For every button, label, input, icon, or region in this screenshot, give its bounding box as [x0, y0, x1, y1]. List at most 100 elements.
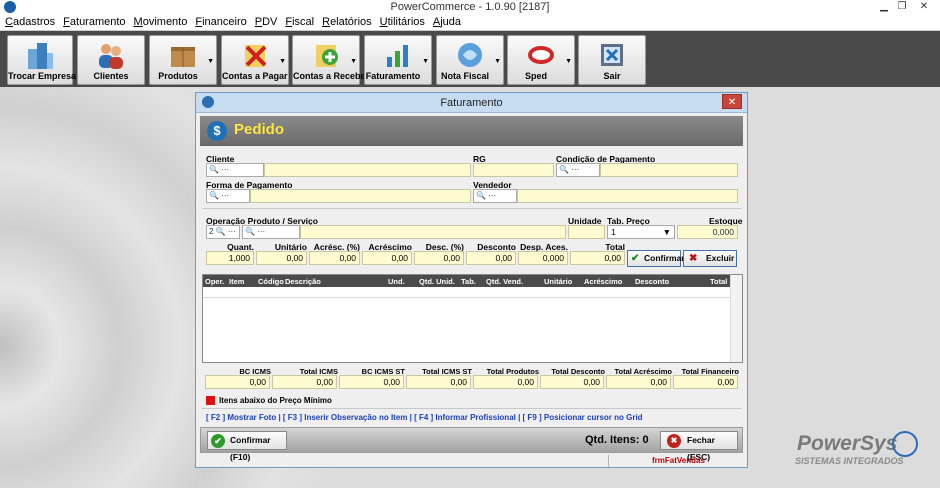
minimize-icon[interactable]: ▁	[874, 0, 894, 14]
search-icon[interactable]: 🔍	[209, 191, 219, 200]
fechar-esc-button[interactable]: ✖ Fechar (ESC)	[660, 431, 738, 462]
col-und[interactable]: Und.	[388, 277, 405, 286]
sped-icon	[528, 46, 554, 64]
col-item[interactable]: Item	[229, 277, 244, 286]
vendedor-name-field[interactable]	[517, 189, 738, 203]
estoque-field: 0,000	[677, 225, 738, 239]
pedido-header: $ Pedido	[200, 116, 743, 146]
chevron-down-icon[interactable]: ▼	[565, 58, 572, 65]
menu-relatorios[interactable]: Relatórios	[322, 16, 372, 28]
items-grid[interactable]: Oper. Item Código Descrição Und. Qtd. Un…	[202, 274, 743, 363]
desc-pct-field[interactable]: 0,00	[414, 251, 464, 265]
search-icon[interactable]: 🔍	[476, 191, 486, 200]
col-codigo[interactable]: Código	[258, 277, 284, 286]
close-circle-icon: ✖	[667, 434, 681, 448]
search-icon[interactable]: 🔍	[245, 227, 255, 236]
more-icon[interactable]: ···	[221, 165, 229, 174]
menu-movimento[interactable]: Movimento	[134, 16, 188, 28]
chevron-down-icon[interactable]: ▼	[279, 58, 286, 65]
menu-cadastros[interactable]: Cadastros	[5, 16, 55, 28]
dialog-title-bar: Faturamento	[196, 93, 747, 113]
acrescimo-field[interactable]: 0,00	[362, 251, 412, 265]
tab-preco-select[interactable]: 1 ▼	[607, 225, 675, 239]
forma-pagamento-code-input[interactable]: 🔍 ···	[206, 189, 250, 203]
col-qtd-unid[interactable]: Qtd. Unid.	[419, 277, 455, 286]
total-acrescimo-value: 0,00	[606, 375, 671, 389]
col-acrescimo[interactable]: Acréscimo	[584, 277, 622, 286]
col-qtd-vend[interactable]: Qtd. Vend.	[486, 277, 523, 286]
exit-icon	[601, 44, 623, 66]
total-produtos-value: 0,00	[473, 375, 538, 389]
total-icms-st-value: 0,00	[406, 375, 471, 389]
menu-faturamento[interactable]: Faturamento	[63, 16, 125, 28]
close-icon[interactable]: ✕	[914, 0, 934, 14]
more-icon[interactable]: ···	[488, 191, 496, 200]
col-descricao[interactable]: Descrição	[285, 277, 321, 286]
menu-pdv[interactable]: PDV	[255, 16, 278, 28]
col-oper[interactable]: Oper.	[205, 277, 224, 286]
divider	[202, 408, 742, 409]
col-desconto[interactable]: Desconto	[635, 277, 669, 286]
quant-field[interactable]: 1,000	[206, 251, 254, 265]
restore-icon[interactable]: ❐	[892, 0, 912, 14]
forma-pagamento-desc-field[interactable]	[250, 189, 471, 203]
dialog-close-button[interactable]: ✕	[722, 94, 742, 109]
col-unitario[interactable]: Unitário	[544, 277, 572, 286]
divider	[202, 208, 742, 209]
menu-financeiro[interactable]: Financeiro	[195, 16, 246, 28]
cliente-name-field[interactable]	[264, 163, 471, 177]
operacao-input[interactable]: 2 🔍 ···	[206, 225, 240, 239]
sair-button[interactable]: Sair	[578, 35, 646, 85]
preco-minimo-swatch	[206, 396, 215, 405]
bill-receive-icon	[316, 45, 338, 67]
dollar-icon: $	[207, 121, 227, 141]
confirmar-f10-button[interactable]: ✔ Confirmar (F10)	[207, 431, 287, 462]
col-tab[interactable]: Tab.	[461, 277, 476, 286]
desp-aces-field[interactable]: 0,000	[518, 251, 568, 265]
trocar-empresa-button[interactable]: Trocar Empresa	[7, 35, 76, 85]
chevron-down-icon[interactable]: ▼	[207, 58, 214, 65]
vendedor-code-input[interactable]: 🔍 ···	[473, 189, 517, 203]
menu-ajuda[interactable]: Ajuda	[433, 16, 461, 28]
menu-utilitarios[interactable]: Utilitários	[380, 16, 425, 28]
acresc-pct-field[interactable]: 0,00	[309, 251, 360, 265]
col-total[interactable]: Total	[710, 277, 727, 286]
more-icon[interactable]: ···	[571, 165, 579, 174]
confirmar-item-button[interactable]: ✔ Confirmar	[627, 250, 685, 267]
more-icon[interactable]: ···	[228, 227, 236, 236]
chevron-down-icon[interactable]: ▼	[494, 58, 501, 65]
more-icon[interactable]: ···	[257, 227, 265, 236]
rg-field[interactable]	[473, 163, 554, 177]
chevron-down-icon[interactable]: ▼	[422, 58, 429, 65]
unidade-field[interactable]	[568, 225, 605, 239]
nota-fiscal-button[interactable]: Nota Fiscal ▼	[436, 35, 504, 85]
cond-pagamento-code-input[interactable]: 🔍 ···	[556, 163, 600, 177]
menu-fiscal[interactable]: Fiscal	[285, 16, 314, 28]
more-icon[interactable]: ···	[221, 191, 229, 200]
chevron-down-icon[interactable]: ▼	[350, 58, 357, 65]
grid-scrollbar[interactable]	[730, 275, 742, 362]
contas-pagar-button[interactable]: Contas a Pagar ▼	[221, 35, 289, 85]
search-icon[interactable]: 🔍	[209, 165, 219, 174]
excluir-item-button[interactable]: ✖ Excluir	[683, 250, 737, 267]
sped-button[interactable]: Sped ▼	[507, 35, 575, 85]
search-icon[interactable]: 🔍	[559, 165, 569, 174]
unitario-field[interactable]: 0,00	[256, 251, 307, 265]
contas-receber-button[interactable]: Contas a Receber ▼	[292, 35, 369, 85]
desconto-field[interactable]: 0,00	[466, 251, 516, 265]
cond-pagamento-desc-field[interactable]	[600, 163, 738, 177]
produto-desc-field[interactable]	[300, 225, 566, 239]
search-icon[interactable]: 🔍	[216, 227, 226, 236]
powersys-logo: PowerSys SISTEMAS INTEGRADOS	[795, 431, 918, 466]
produto-code-input[interactable]: 🔍 ···	[242, 225, 300, 239]
chevron-down-icon[interactable]: ▼	[663, 227, 671, 237]
cliente-code-input[interactable]: 🔍 ···	[206, 163, 264, 177]
grid-row-divider	[203, 297, 730, 298]
dialog-footer: ✔ Confirmar (F10) Qtd. Itens: 0 ✖ Fechar…	[200, 427, 743, 462]
check-circle-icon: ✔	[211, 434, 225, 448]
clientes-button[interactable]: Clientes	[77, 35, 145, 85]
window-title: PowerCommerce - 1.0.90 [2187]	[390, 1, 550, 13]
produtos-button[interactable]: Produtos ▼	[149, 35, 217, 85]
faturamento-button[interactable]: Faturamento ▼	[364, 35, 432, 85]
total-desconto-value: 0,00	[540, 375, 604, 389]
